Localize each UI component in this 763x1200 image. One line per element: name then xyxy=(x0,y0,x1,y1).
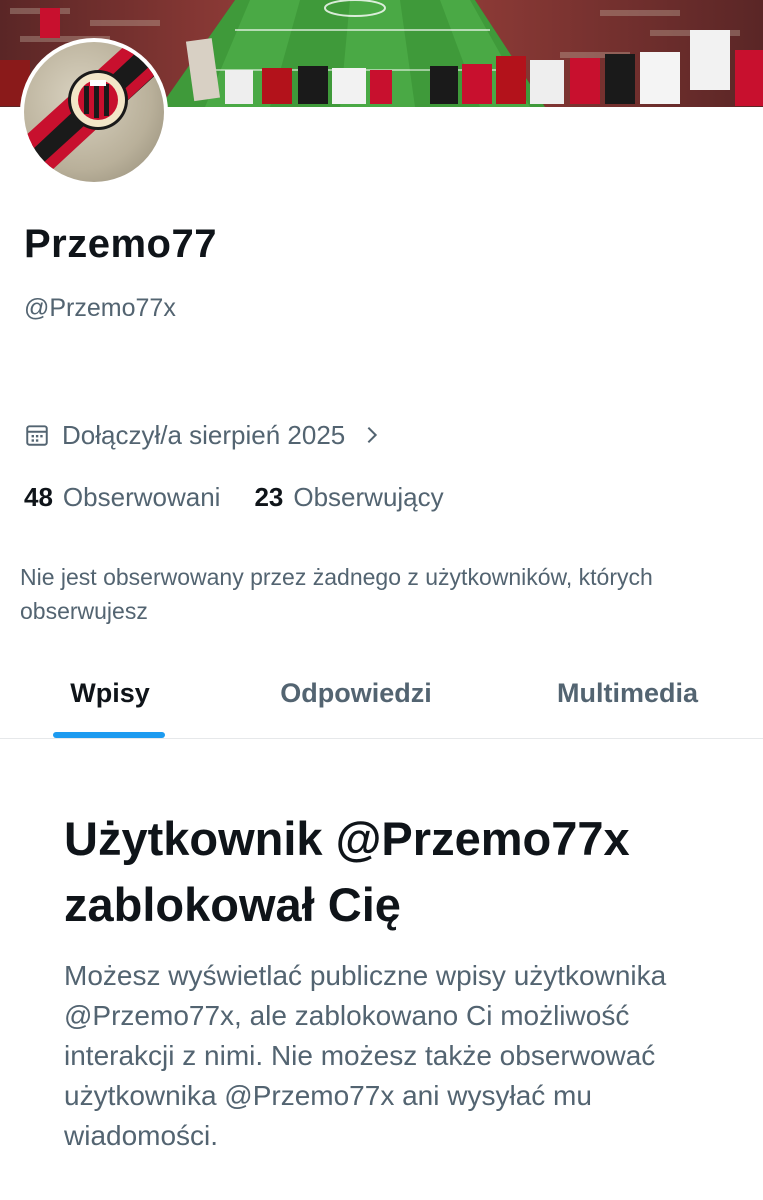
following-label: Obserwowani xyxy=(62,481,221,512)
tab-posts[interactable]: Wpisy xyxy=(0,648,220,738)
mutual-followers-note: Nie jest obserwowany przez żadnego z uży… xyxy=(20,564,653,624)
club-crest-logo xyxy=(24,42,159,172)
following-link[interactable]: 48 Obserwowani xyxy=(24,482,220,513)
avatar-image xyxy=(24,42,164,182)
profile-display-name: Przemo77 xyxy=(24,222,217,266)
followers-link[interactable]: 23 Obserwujący xyxy=(254,482,443,513)
tab-replies-label: Odpowiedzi xyxy=(280,677,432,708)
blocked-title: Użytkownik @Przemo77x zablokował Cię xyxy=(64,812,630,931)
tab-replies[interactable]: Odpowiedzi xyxy=(220,648,492,738)
follow-stats: 48 Obserwowani 23 Obserwujący xyxy=(24,480,478,514)
joined-date-row[interactable]: Dołączył/a sierpień 2025 xyxy=(24,418,383,452)
joined-date-text: Dołączył/a sierpień 2025 xyxy=(62,419,346,450)
active-tab-indicator xyxy=(53,732,165,738)
profile-tabs: Wpisy Odpowiedzi Multimedia xyxy=(0,648,763,739)
calendar-icon xyxy=(26,425,48,446)
tab-posts-label: Wpisy xyxy=(70,677,150,708)
followers-label: Obserwujący xyxy=(293,481,444,512)
chevron-right-icon xyxy=(367,426,378,444)
following-count: 48 xyxy=(24,481,53,512)
profile-avatar[interactable] xyxy=(20,38,168,186)
tab-media-label: Multimedia xyxy=(556,677,698,708)
tab-media[interactable]: Multimedia xyxy=(492,648,763,738)
followers-count: 23 xyxy=(254,481,284,512)
profile-handle: @Przemo77x xyxy=(24,294,176,322)
blocked-description: Możesz wyświetlać publiczne wpisy użytko… xyxy=(64,960,667,1151)
